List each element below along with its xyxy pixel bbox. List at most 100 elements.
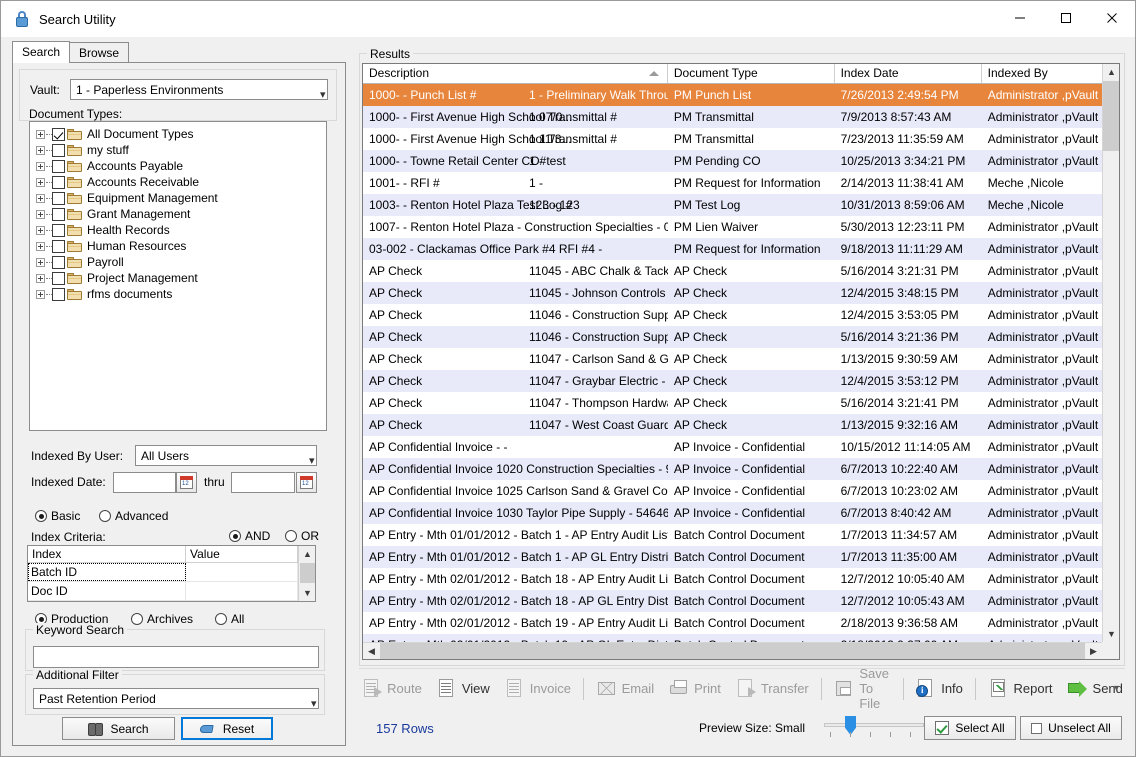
tree-item[interactable]: rfms documents	[30, 286, 326, 302]
expand-icon[interactable]	[36, 241, 45, 251]
criteria-scrollbar[interactable]: ▲ ▼	[298, 546, 315, 601]
scope-all-radio[interactable]: All	[215, 612, 244, 626]
scrollbar-thumb[interactable]	[1103, 81, 1119, 151]
expand-icon[interactable]	[36, 129, 45, 139]
table-row[interactable]: 1007- - Renton Hotel Plaza - Constructio…	[363, 216, 1119, 238]
column-header-description[interactable]: Description	[363, 64, 668, 83]
additional-filter-select[interactable]: Past Retention Period ▾	[33, 688, 319, 709]
table-row[interactable]: 1003- - Renton Hotel Plaza Test Log #123…	[363, 194, 1119, 216]
table-row[interactable]: AP Check 11046 - Construction Supply Co. …	[363, 304, 1119, 326]
toolbar-button-email[interactable]: Email	[589, 675, 662, 702]
criteria-row[interactable]: Doc ID	[28, 582, 315, 601]
scroll-down-icon[interactable]: ▼	[1103, 626, 1119, 642]
expand-icon[interactable]	[36, 273, 45, 283]
tree-checkbox[interactable]	[52, 159, 65, 173]
column-header-document-type[interactable]: Document Type	[668, 64, 835, 83]
results-horizontal-scrollbar[interactable]: ◀ ▶	[363, 642, 1102, 659]
scroll-up-icon[interactable]: ▲	[299, 546, 315, 562]
tree-checkbox[interactable]	[52, 271, 65, 285]
table-row[interactable]: 1000- - Punch List # 1 - Preliminary Walk…	[363, 84, 1119, 106]
indexed-date-to-input[interactable]	[231, 472, 295, 493]
table-row[interactable]: AP Check 11046 - Construction Supply Co. …	[363, 326, 1119, 348]
maximize-button[interactable]	[1043, 1, 1089, 35]
table-row[interactable]: 1000- - Towne Retail Center CO# 1 - test P…	[363, 150, 1119, 172]
expand-icon[interactable]	[36, 193, 45, 203]
table-row[interactable]: AP Check 11045 - Johnson Controls - AP Che…	[363, 282, 1119, 304]
tree-checkbox[interactable]	[52, 191, 65, 205]
mode-advanced-radio[interactable]: Advanced	[99, 509, 168, 523]
indexed-date-from-calendar-icon[interactable]	[176, 472, 197, 493]
table-row[interactable]: AP Check 11047 - Graybar Electric - AP Che…	[363, 370, 1119, 392]
tree-item[interactable]: Health Records	[30, 222, 326, 238]
expand-icon[interactable]	[36, 289, 45, 299]
tree-checkbox[interactable]	[52, 143, 65, 157]
scroll-left-icon[interactable]: ◀	[363, 643, 380, 659]
table-row[interactable]: AP Check 11045 - ABC Chalk & Tack - AP Che…	[363, 260, 1119, 282]
criteria-index-cell[interactable]: Batch ID	[28, 563, 186, 581]
table-row[interactable]: AP Confidential Invoice 1020 Constructio…	[363, 458, 1119, 480]
scroll-up-icon[interactable]: ▲	[1103, 64, 1119, 80]
column-header-index-date[interactable]: Index Date	[835, 64, 982, 83]
toolbar-button-invoice[interactable]: Invoice	[497, 675, 578, 702]
tree-checkbox[interactable]	[52, 287, 65, 301]
operator-and-radio[interactable]: AND	[229, 529, 270, 543]
toolbar-button-report[interactable]: Report	[981, 675, 1060, 702]
table-row[interactable]: AP Check 11047 - Thompson Hardware Supply…	[363, 392, 1119, 414]
toolbar-button-print[interactable]: Print	[661, 675, 728, 702]
tree-item[interactable]: my stuff	[30, 142, 326, 158]
table-row[interactable]: AP Entry - Mth 01/01/2012 - Batch 1 - AP…	[363, 546, 1119, 568]
close-button[interactable]	[1089, 1, 1135, 35]
tab-browse[interactable]: Browse	[69, 42, 130, 63]
table-row[interactable]: 1001- - RFI # 1 - PM Request for Informati…	[363, 172, 1119, 194]
table-row[interactable]: AP Entry - Mth 02/01/2012 - Batch 18 - A…	[363, 568, 1119, 590]
tab-search[interactable]: Search	[12, 41, 71, 63]
table-row[interactable]: 1000- - First Avenue High School Transmi…	[363, 106, 1119, 128]
scrollbar-thumb[interactable]	[380, 643, 1085, 659]
document-types-tree[interactable]: All Document Types my stuff Accounts Payab…	[29, 121, 327, 431]
toolbar-button-save-to-file[interactable]: Save To File	[826, 663, 897, 714]
table-row[interactable]: AP Confidential Invoice - - AP Invoice - …	[363, 436, 1119, 458]
table-row[interactable]: AP Entry - Mth 01/01/2012 - Batch 1 - AP…	[363, 524, 1119, 546]
tree-item[interactable]: Human Resources	[30, 238, 326, 254]
toolbar-button-route[interactable]: Route	[354, 675, 429, 702]
tree-checkbox[interactable]	[52, 223, 65, 237]
tree-item[interactable]: Equipment Management	[30, 190, 326, 206]
tree-item[interactable]: Project Management	[30, 270, 326, 286]
table-row[interactable]: AP Check 11047 - Carlson Sand & Gravel Co…	[363, 348, 1119, 370]
expand-icon[interactable]	[36, 145, 45, 155]
index-criteria-grid[interactable]: Index Value Batch ID Doc ID ▲ ▼	[27, 545, 316, 602]
mode-basic-radio[interactable]: Basic	[35, 509, 80, 523]
unselect-all-button[interactable]: Unselect All	[1020, 716, 1122, 740]
vault-select[interactable]: 1 - Paperless Environments ▾	[70, 79, 328, 100]
toolbar-overflow-icon[interactable]: ▾	[1114, 683, 1119, 694]
reset-button[interactable]: Reset	[181, 717, 273, 740]
scope-archives-radio[interactable]: Archives	[131, 612, 193, 626]
minimize-button[interactable]	[997, 1, 1043, 35]
criteria-value-cell[interactable]	[186, 563, 298, 581]
toolbar-button-transfer[interactable]: Transfer	[728, 675, 816, 702]
expand-icon[interactable]	[36, 225, 45, 235]
operator-or-radio[interactable]: OR	[285, 529, 319, 543]
toolbar-button-view[interactable]: View	[429, 675, 497, 702]
expand-icon[interactable]	[36, 161, 45, 171]
tree-checkbox[interactable]	[52, 127, 65, 141]
table-row[interactable]: 1000- - First Avenue High School Transmi…	[363, 128, 1119, 150]
tree-item[interactable]: All Document Types	[30, 126, 326, 142]
keyword-search-input[interactable]	[33, 646, 319, 668]
results-vertical-scrollbar[interactable]: ▲ ▼	[1102, 64, 1119, 642]
tree-checkbox[interactable]	[52, 175, 65, 189]
scroll-right-icon[interactable]: ▶	[1085, 643, 1102, 659]
table-row[interactable]: 03-002 - Clackamas Office Park #4 RFI #4…	[363, 238, 1119, 260]
column-header-indexed-by[interactable]: Indexed By	[982, 64, 1119, 83]
expand-icon[interactable]	[36, 257, 45, 267]
table-row[interactable]: AP Confidential Invoice 1030 Taylor Pipe…	[363, 502, 1119, 524]
table-row[interactable]: AP Entry - Mth 02/01/2012 - Batch 18 - A…	[363, 590, 1119, 612]
select-all-button[interactable]: Select All	[924, 716, 1016, 740]
search-button[interactable]: Search	[62, 717, 175, 740]
table-row[interactable]: AP Entry - Mth 02/01/2012 - Batch 19 - A…	[363, 612, 1119, 634]
tree-checkbox[interactable]	[52, 239, 65, 253]
toolbar-button-info[interactable]: Info	[908, 675, 970, 702]
results-grid[interactable]: Description Document Type Index Date Ind…	[362, 63, 1120, 660]
criteria-row[interactable]: Batch ID	[28, 563, 315, 582]
tree-checkbox[interactable]	[52, 207, 65, 221]
